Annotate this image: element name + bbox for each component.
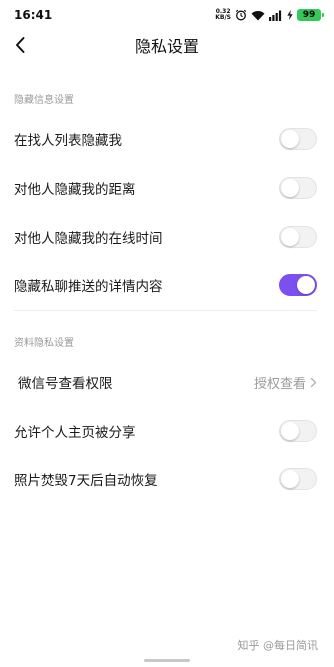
status-time: 16:41 [14, 8, 53, 22]
toggle-switch[interactable] [279, 420, 317, 442]
setting-row-photo-restore[interactable]: 照片焚毁7天后自动恢复 [0, 459, 334, 499]
toggle-knob [281, 179, 299, 197]
watermark: 知乎 @每日简讯 [237, 639, 319, 652]
toggle-knob [281, 228, 299, 246]
setting-label: 对他人隐藏我的在线时间 [14, 231, 163, 247]
battery-indicator: 99 [297, 9, 324, 21]
alarm-icon [235, 9, 247, 21]
toggle-switch[interactable] [279, 274, 317, 296]
net-speed: 0.32 KB/S [215, 9, 231, 21]
setting-label: 照片焚毁7天后自动恢复 [14, 473, 158, 489]
setting-label: 隐藏私聊推送的详情内容 [14, 279, 163, 295]
setting-row-hide-from-find[interactable]: 在找人列表隐藏我 [0, 119, 334, 159]
toggle-knob [297, 276, 315, 294]
setting-row-hide-push-details[interactable]: 隐藏私聊推送的详情内容 [0, 265, 334, 305]
toggle-switch[interactable] [279, 226, 317, 248]
toggle-switch[interactable] [279, 128, 317, 150]
chevron-right-icon [310, 377, 317, 387]
back-arrow-icon [16, 37, 25, 53]
toggle-switch[interactable] [279, 468, 317, 490]
setting-row-allow-share[interactable]: 允许个人主页被分享 [0, 411, 334, 451]
setting-label: 对他人隐藏我的距离 [14, 182, 136, 198]
toggle-knob [281, 422, 299, 440]
signal-icon [269, 10, 283, 21]
net-speed-unit: KB/S [215, 14, 231, 21]
setting-row-wechat-permission[interactable]: 微信号查看权限 授权查看 [0, 362, 334, 402]
back-button[interactable] [8, 30, 32, 60]
toggle-knob [281, 130, 299, 148]
nav-bar: 隐私设置 [0, 30, 334, 60]
section-header-profile-privacy: 资料隐私设置 [14, 338, 74, 349]
home-indicator [144, 659, 190, 662]
page-title: 隐私设置 [134, 37, 199, 56]
status-icons: 0.32 KB/S 99 [215, 9, 324, 21]
status-bar: 16:41 0.32 KB/S 99 [0, 0, 334, 30]
setting-row-hide-distance[interactable]: 对他人隐藏我的距离 [0, 168, 334, 208]
setting-row-hide-online-time[interactable]: 对他人隐藏我的在线时间 [0, 217, 334, 257]
section-header-hidden-info: 隐藏信息设置 [14, 95, 74, 106]
setting-value[interactable]: 授权查看 [254, 373, 317, 392]
toggle-switch[interactable] [279, 177, 317, 199]
wifi-icon [251, 10, 265, 21]
section-divider [14, 310, 317, 311]
charging-icon [287, 10, 293, 20]
setting-label: 允许个人主页被分享 [14, 425, 136, 441]
setting-label: 在找人列表隐藏我 [14, 133, 122, 149]
setting-value-text: 授权查看 [253, 376, 306, 392]
toggle-knob [281, 470, 299, 488]
setting-label: 微信号查看权限 [18, 376, 113, 392]
